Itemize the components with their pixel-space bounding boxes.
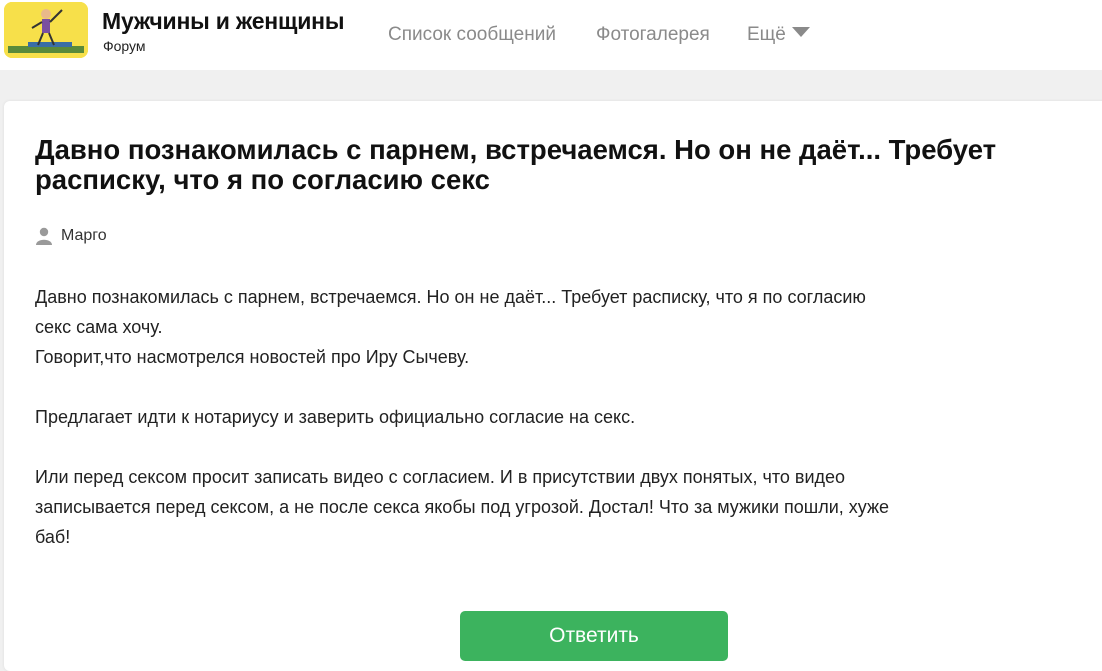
- nav-messages-label: Список сообщений: [388, 24, 556, 45]
- post-paragraph: Или перед сексом просит записать видео с…: [35, 467, 890, 547]
- chevron-down-icon: [791, 27, 810, 37]
- post-author[interactable]: Марго: [35, 226, 107, 246]
- post-title: Давно познакомилась с парнем, встречаемс…: [35, 134, 997, 195]
- nav-more-label: Ещё: [747, 24, 786, 45]
- author-name: Марго: [61, 227, 107, 244]
- forum-logo-icon: [4, 2, 88, 58]
- post-paragraph: Предлагает идти к нотариусу и заверить о…: [35, 407, 636, 427]
- site-title[interactable]: Мужчины и женщины: [102, 8, 344, 35]
- post-paragraph: Давно познакомилась с парнем, встречаемс…: [35, 287, 866, 337]
- reply-button[interactable]: Ответить: [460, 611, 728, 661]
- nav-more-dropdown[interactable]: Ещё: [747, 24, 810, 46]
- nav-gallery-label: Фотогалерея: [596, 24, 710, 45]
- post-body: Давно познакомилась с парнем, встречаемс…: [35, 282, 895, 552]
- forum-logo[interactable]: [4, 2, 88, 58]
- user-icon: [36, 227, 52, 245]
- post-paragraph: Говорит,что насмотрелся новостей про Иру…: [35, 347, 470, 367]
- top-bar: Мужчины и женщины Форум Список сообщений…: [0, 0, 1102, 70]
- nav-gallery-link[interactable]: Фотогалерея: [596, 24, 710, 46]
- site-subtitle: Форум: [103, 38, 146, 54]
- nav-messages-link[interactable]: Список сообщений: [388, 24, 556, 46]
